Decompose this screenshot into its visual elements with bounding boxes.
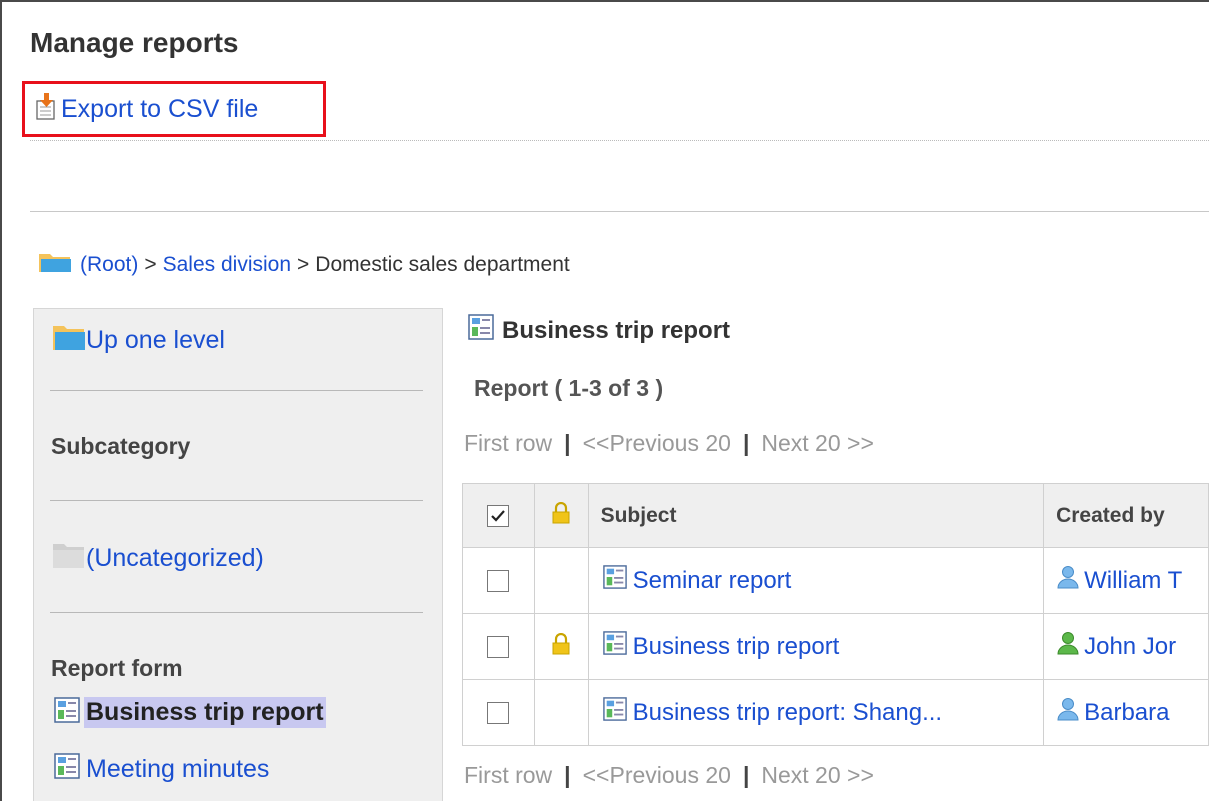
table-header-row: Subject Created by [462, 483, 1209, 548]
pager-top: First row | <<Previous 20 | Next 20 >> [464, 430, 874, 457]
export-csv-link[interactable]: Export to CSV file [61, 95, 258, 124]
divider [50, 500, 423, 501]
breadcrumb-separator: > [297, 253, 310, 276]
table-row: Seminar report William T [462, 547, 1209, 614]
folder-up-icon [52, 322, 86, 359]
pager-next: Next 20 >> [761, 762, 874, 788]
lock-cell [533, 679, 589, 746]
subcategory-heading: Subcategory [51, 433, 191, 459]
pager-divider: | [742, 762, 750, 788]
report-subject-label: Business trip report [632, 632, 840, 660]
report-icon [602, 631, 627, 662]
breadcrumb-current: Domestic sales department [315, 253, 570, 276]
created-by-header[interactable]: Created by [1043, 483, 1209, 548]
folder-icon [38, 251, 72, 279]
pager-bottom: First row | <<Previous 20 | Next 20 >> [464, 762, 874, 789]
user-icon [1056, 697, 1080, 728]
subject-header[interactable]: Subject [587, 483, 1045, 548]
row-checkbox-cell [462, 547, 535, 614]
report-form-item[interactable]: Meeting minutes [54, 753, 269, 786]
report-subject-link[interactable]: Business trip report: Shang... [589, 697, 1044, 728]
pager-first-row: First row [464, 430, 553, 456]
pager-next: Next 20 >> [761, 430, 874, 456]
table-row: Business trip report: Shang... Barbara [462, 679, 1209, 746]
row-checkbox-cell [462, 679, 535, 746]
row-checkbox[interactable] [487, 701, 510, 724]
up-one-level-label: Up one level [86, 326, 225, 354]
lock-header-cell [533, 483, 589, 548]
up-one-level-link[interactable]: Up one level [52, 322, 225, 359]
author-cell: William T [1043, 547, 1209, 614]
csv-export-icon [35, 92, 57, 126]
report-subject-link[interactable]: Seminar report [589, 565, 1044, 596]
pager-previous: <<Previous 20 [582, 762, 731, 788]
breadcrumb-sales-division-link[interactable]: Sales division [163, 253, 291, 277]
report-form-item-selected[interactable]: Business trip report [54, 697, 326, 728]
pager-divider: | [564, 430, 571, 456]
author-label: John Jor [1084, 632, 1177, 660]
report-form-title-label: Business trip report [502, 316, 731, 344]
select-all-checkbox[interactable] [487, 504, 510, 527]
checkmark-icon [491, 509, 506, 522]
report-count: Report ( 1-3 of 3 ) [474, 375, 664, 401]
report-icon [602, 697, 627, 728]
divider [50, 390, 423, 391]
report-form-heading: Report form [51, 655, 183, 681]
subject-cell: Business trip report: Shang... [587, 679, 1045, 746]
folder-gray-icon [52, 541, 86, 576]
uncategorized-link[interactable]: (Uncategorized) [52, 541, 264, 576]
report-icon [54, 697, 80, 728]
report-table: Subject Created by Seminar report Willia… [462, 483, 1209, 746]
report-icon [602, 565, 627, 596]
lock-icon [552, 632, 570, 655]
report-form-label: Meeting minutes [86, 755, 270, 783]
author-label: William T [1084, 566, 1183, 594]
export-highlight-box: Export to CSV file [22, 81, 326, 137]
author-label: Barbara [1084, 698, 1170, 726]
author-link[interactable]: Barbara [1044, 697, 1208, 728]
author-link[interactable]: John Jor [1044, 631, 1208, 662]
lock-cell [533, 613, 589, 680]
author-link[interactable]: William T [1044, 565, 1208, 596]
page-title: Manage reports [30, 27, 239, 58]
select-all-cell [462, 483, 535, 548]
author-cell: Barbara [1043, 679, 1209, 746]
breadcrumb-root-link[interactable]: (Root) [80, 253, 138, 277]
divider [30, 140, 1209, 141]
pager-first-row: First row [464, 762, 553, 788]
created-by-header-label: Created by [1056, 503, 1165, 527]
pager-divider: | [742, 430, 750, 456]
pager-previous: <<Previous 20 [582, 430, 731, 456]
report-subject-label: Business trip report: Shang... [632, 698, 943, 726]
row-checkbox[interactable] [487, 569, 510, 592]
report-subject-label: Seminar report [632, 566, 792, 594]
breadcrumb-separator: > [144, 253, 157, 276]
report-icon [468, 314, 494, 347]
report-form-title: Business trip report [468, 314, 730, 347]
subject-cell: Business trip report [587, 613, 1045, 680]
category-sidebar: Up one level Subcategory (Uncategorized)… [33, 308, 443, 801]
subject-cell: Seminar report [587, 547, 1045, 614]
subject-header-label: Subject [600, 503, 677, 527]
uncategorized-label: (Uncategorized) [86, 544, 264, 572]
lock-cell [533, 547, 589, 614]
report-subject-link[interactable]: Business trip report [589, 631, 1044, 662]
user-icon [1056, 565, 1080, 596]
lock-icon [552, 501, 570, 523]
row-checkbox-cell [462, 613, 535, 680]
table-row: Business trip report John Jor [462, 613, 1209, 680]
divider [30, 211, 1209, 212]
author-cell: John Jor [1043, 613, 1209, 680]
report-form-label: Business trip report [84, 697, 326, 728]
pager-divider: | [564, 762, 571, 788]
user-icon [1056, 631, 1080, 662]
report-icon [54, 753, 80, 786]
divider [50, 612, 423, 613]
row-checkbox[interactable] [487, 635, 510, 658]
breadcrumb: (Root) > Sales division > Domestic sales… [38, 251, 570, 279]
